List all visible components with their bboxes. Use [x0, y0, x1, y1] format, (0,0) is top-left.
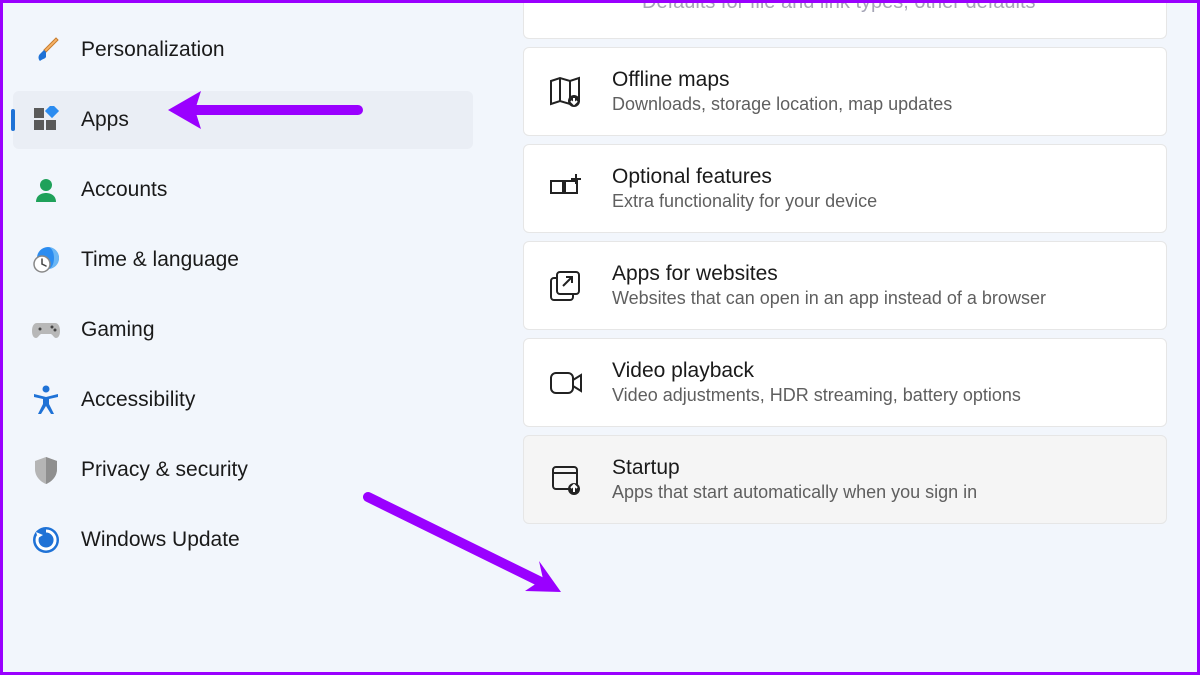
- card-description: Downloads, storage location, map updates: [612, 94, 1142, 115]
- sidebar-item-accounts[interactable]: Accounts: [13, 161, 473, 219]
- card-description: Defaults for file and link types, other …: [548, 3, 1036, 26]
- startup-icon: [548, 462, 584, 498]
- accessibility-icon: [31, 385, 61, 415]
- sidebar-item-label: Gaming: [81, 318, 155, 342]
- sidebar-item-label: Personalization: [81, 38, 225, 62]
- sidebar-item-time-language[interactable]: Time & language: [13, 231, 473, 289]
- shield-icon: [31, 455, 61, 485]
- card-title: Offline maps: [612, 68, 1142, 92]
- sidebar-item-privacy-security[interactable]: Privacy & security: [13, 441, 473, 499]
- settings-card-optional-features[interactable]: Optional features Extra functionality fo…: [523, 144, 1167, 233]
- card-description: Apps that start automatically when you s…: [612, 482, 1142, 503]
- sidebar-item-label: Accounts: [81, 178, 167, 202]
- card-title: Startup: [612, 456, 1142, 480]
- card-title: Optional features: [612, 165, 1142, 189]
- settings-card-offline-maps[interactable]: Offline maps Downloads, storage location…: [523, 47, 1167, 136]
- sidebar-item-label: Apps: [81, 108, 129, 132]
- sidebar-item-windows-update[interactable]: Windows Update: [13, 511, 473, 569]
- sidebar-item-label: Windows Update: [81, 528, 240, 552]
- settings-card-startup[interactable]: Startup Apps that start automatically wh…: [523, 435, 1167, 524]
- settings-card-default-apps-cut[interactable]: Defaults for file and link types, other …: [523, 3, 1167, 39]
- card-title: Video playback: [612, 359, 1142, 383]
- apps-websites-icon: [548, 268, 584, 304]
- card-title: Apps for websites: [612, 262, 1142, 286]
- sidebar-item-accessibility[interactable]: Accessibility: [13, 371, 473, 429]
- globe-clock-icon: [31, 245, 61, 275]
- gamepad-icon: [31, 315, 61, 345]
- sidebar-item-label: Time & language: [81, 248, 239, 272]
- card-description: Websites that can open in an app instead…: [612, 288, 1142, 309]
- sidebar-item-label: Accessibility: [81, 388, 195, 412]
- sidebar-item-apps[interactable]: Apps: [13, 91, 473, 149]
- optional-features-icon: [548, 171, 584, 207]
- settings-card-apps-for-websites[interactable]: Apps for websites Websites that can open…: [523, 241, 1167, 330]
- person-icon: [31, 175, 61, 205]
- settings-card-video-playback[interactable]: Video playback Video adjustments, HDR st…: [523, 338, 1167, 427]
- sidebar-item-personalization[interactable]: Personalization: [13, 21, 473, 79]
- settings-sidebar: Personalization Apps Accounts Time & lan…: [3, 3, 483, 672]
- sidebar-item-label: Privacy & security: [81, 458, 248, 482]
- map-icon: [548, 74, 584, 110]
- card-description: Video adjustments, HDR streaming, batter…: [612, 385, 1142, 406]
- apps-icon: [31, 105, 61, 135]
- card-description: Extra functionality for your device: [612, 191, 1142, 212]
- video-icon: [548, 365, 584, 401]
- apps-settings-panel: Defaults for file and link types, other …: [483, 3, 1197, 672]
- update-icon: [31, 525, 61, 555]
- sidebar-item-gaming[interactable]: Gaming: [13, 301, 473, 359]
- paintbrush-icon: [31, 35, 61, 65]
